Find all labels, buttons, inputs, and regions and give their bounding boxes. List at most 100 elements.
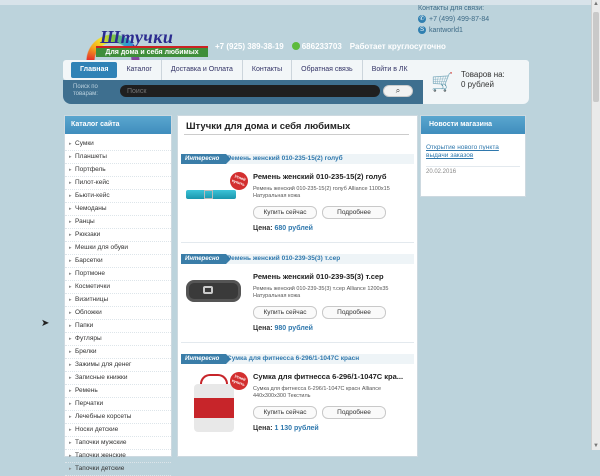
category-item[interactable]: Барсетки xyxy=(65,255,171,268)
category-item[interactable]: Портмоне xyxy=(65,268,171,281)
category-item[interactable]: Пилот-кейс xyxy=(65,177,171,190)
scroll-up-arrow-icon[interactable]: ▲ xyxy=(592,0,600,8)
bag-body xyxy=(194,384,234,432)
search-icon: ⌕ xyxy=(395,86,401,95)
details-button[interactable]: Подробнее xyxy=(322,406,386,419)
price-value: 980 рублей xyxy=(274,325,313,332)
scrollbar-thumb[interactable] xyxy=(593,12,599,102)
black-belt-image xyxy=(186,280,241,302)
details-button[interactable]: Подробнее xyxy=(322,306,386,319)
mouse-cursor-icon: ➤ xyxy=(41,318,50,329)
category-item[interactable]: Футляры xyxy=(65,333,171,346)
nav-contacts[interactable]: Контакты xyxy=(243,60,293,80)
category-item[interactable]: Брелки xyxy=(65,346,171,359)
contacts-block: Контакты для связи: ✆ +7 (499) 499-87-84… xyxy=(418,5,528,34)
product-name[interactable]: Ремень женский 010-235-15(2) голуб xyxy=(253,172,413,181)
interesting-badge: Интересно xyxy=(181,354,232,364)
news-title: Новости магазина xyxy=(421,116,525,134)
belt-buckle xyxy=(203,286,213,294)
product-link[interactable]: Сумка для фитнесса 6-296/1-1047С красн xyxy=(227,354,359,364)
interesting-badge: Интересно xyxy=(181,154,232,164)
product-card: Интересно Сумка для фитнесса 6-296/1-104… xyxy=(181,354,414,446)
nav-home[interactable]: Главная xyxy=(71,62,118,78)
nav-login[interactable]: Войти в ЛК xyxy=(363,60,417,80)
working-hours: Работает круглосуточно xyxy=(349,41,446,51)
category-item[interactable]: Носки детские xyxy=(65,424,171,437)
nav-feedback[interactable]: Обратная связь xyxy=(292,60,363,80)
search-bar: Поиск по товарам: ⌕ xyxy=(63,80,423,104)
product-price: Цена: 1 130 рублей xyxy=(253,425,319,432)
product-name[interactable]: Ремень женский 010-239-35(3) т.сер xyxy=(253,272,413,281)
icq-flower-icon xyxy=(291,42,300,51)
category-item[interactable]: Ремень xyxy=(65,385,171,398)
category-item[interactable]: Папки xyxy=(65,320,171,333)
scroll-down-arrow-icon[interactable]: ▼ xyxy=(592,442,600,450)
category-item[interactable]: Тапочки мужские xyxy=(65,437,171,450)
main-content: Штучки для дома и себя любимых Интересно… xyxy=(177,115,418,457)
contacts-title: Контакты для связи: xyxy=(418,5,485,12)
mobile-phone: +7 (925) 389-38-19 xyxy=(215,41,284,51)
price-label: Цена: xyxy=(253,325,273,332)
price-value: 1 130 рублей xyxy=(274,425,319,432)
page-scrollbar[interactable]: ▲ ▼ xyxy=(591,0,600,450)
nav-catalog[interactable]: Каталог xyxy=(117,60,162,80)
product-image[interactable]: Успей купить xyxy=(186,369,251,432)
news-divider xyxy=(426,166,520,167)
buy-now-button[interactable]: Купить сейчас xyxy=(253,406,317,419)
product-card: Интересно Ремень женский 010-239-35(3) т… xyxy=(181,254,414,346)
category-list: Сумки Планшеты Портфель Пилот-кейс Бьюти… xyxy=(65,138,171,476)
category-item[interactable]: Планшеты xyxy=(65,151,171,164)
product-link[interactable]: Ремень женский 010-235-15(2) голуб xyxy=(227,154,343,164)
category-item[interactable]: Бьюти-кейс xyxy=(65,190,171,203)
category-item[interactable]: Портфель xyxy=(65,164,171,177)
product-description: Ремень женский 010-239-35(3) т.сер Allia… xyxy=(253,286,389,299)
category-item[interactable]: Зажимы для денег xyxy=(65,359,171,372)
category-item[interactable]: Косметички xyxy=(65,281,171,294)
category-item[interactable]: Тапочки детские xyxy=(65,463,171,476)
catalog-sidebar: Каталог сайта Сумки Планшеты Портфель Пи… xyxy=(64,115,172,476)
category-item[interactable]: Сумки xyxy=(65,138,171,151)
product-image[interactable] xyxy=(186,272,241,327)
title-divider xyxy=(184,134,409,135)
category-item[interactable]: Мешки для обуви xyxy=(65,242,171,255)
product-description: Сумка для фитнесса 6-296/1-1047С красн A… xyxy=(253,386,382,399)
price-label: Цена: xyxy=(253,425,273,432)
category-item[interactable]: Лечебные корсеты xyxy=(65,411,171,424)
cart-amount: 0 рублей xyxy=(461,80,494,89)
belt-buckle xyxy=(204,190,213,199)
search-input[interactable] xyxy=(120,85,380,97)
category-item[interactable]: Визитницы xyxy=(65,294,171,307)
search-button[interactable]: ⌕ xyxy=(383,85,413,97)
category-item[interactable]: Тапочки женские xyxy=(65,450,171,463)
price-value: 680 рублей xyxy=(274,225,313,232)
category-item[interactable]: Записные книжки xyxy=(65,372,171,385)
site-logo[interactable]: Штучки Для дома и себя любимых xyxy=(78,15,208,61)
buy-now-button[interactable]: Купить сейчас xyxy=(253,306,317,319)
price-label: Цена: xyxy=(253,225,273,232)
details-button[interactable]: Подробнее xyxy=(322,206,386,219)
product-link[interactable]: Ремень женский 010-239-35(3) т.сер xyxy=(227,254,340,264)
product-separator xyxy=(181,242,414,243)
category-item[interactable]: Ранцы xyxy=(65,216,171,229)
category-item[interactable]: Чемоданы xyxy=(65,203,171,216)
buy-now-button[interactable]: Купить сейчас xyxy=(253,206,317,219)
page-title: Штучки для дома и себя любимых xyxy=(186,121,351,132)
contact-skype[interactable]: kantworld1 xyxy=(429,27,463,34)
product-description: Ремень женский 010-235-15(2) голуб Allia… xyxy=(253,186,390,199)
cart-widget[interactable]: 🛒 Товаров на: 0 рублей xyxy=(423,62,529,104)
news-panel: Новости магазина Открытие нового пункта … xyxy=(420,115,526,197)
cart-title: Товаров на: xyxy=(461,70,505,79)
contact-phone-row: ✆ +7 (499) 499-87-84 xyxy=(418,15,528,23)
news-date: 20.02.2016 xyxy=(426,169,457,175)
news-link[interactable]: Открытие нового пункта выдачи заказов xyxy=(426,144,521,160)
category-item[interactable]: Обложки xyxy=(65,307,171,320)
contact-skype-row: S kantworld1 xyxy=(418,26,528,34)
product-name[interactable]: Сумка для фитнесса 6-296/1-1047С кра... xyxy=(253,372,413,381)
category-item[interactable]: Перчатки xyxy=(65,398,171,411)
category-item[interactable]: Рюкзаки xyxy=(65,229,171,242)
blue-belt-image xyxy=(186,190,236,199)
icq-number: 686233703 xyxy=(301,41,342,51)
product-image[interactable]: Успей купить xyxy=(186,169,251,227)
nav-delivery[interactable]: Доставка и Оплата xyxy=(162,60,243,80)
search-label: Поиск по товарам: xyxy=(73,84,98,97)
